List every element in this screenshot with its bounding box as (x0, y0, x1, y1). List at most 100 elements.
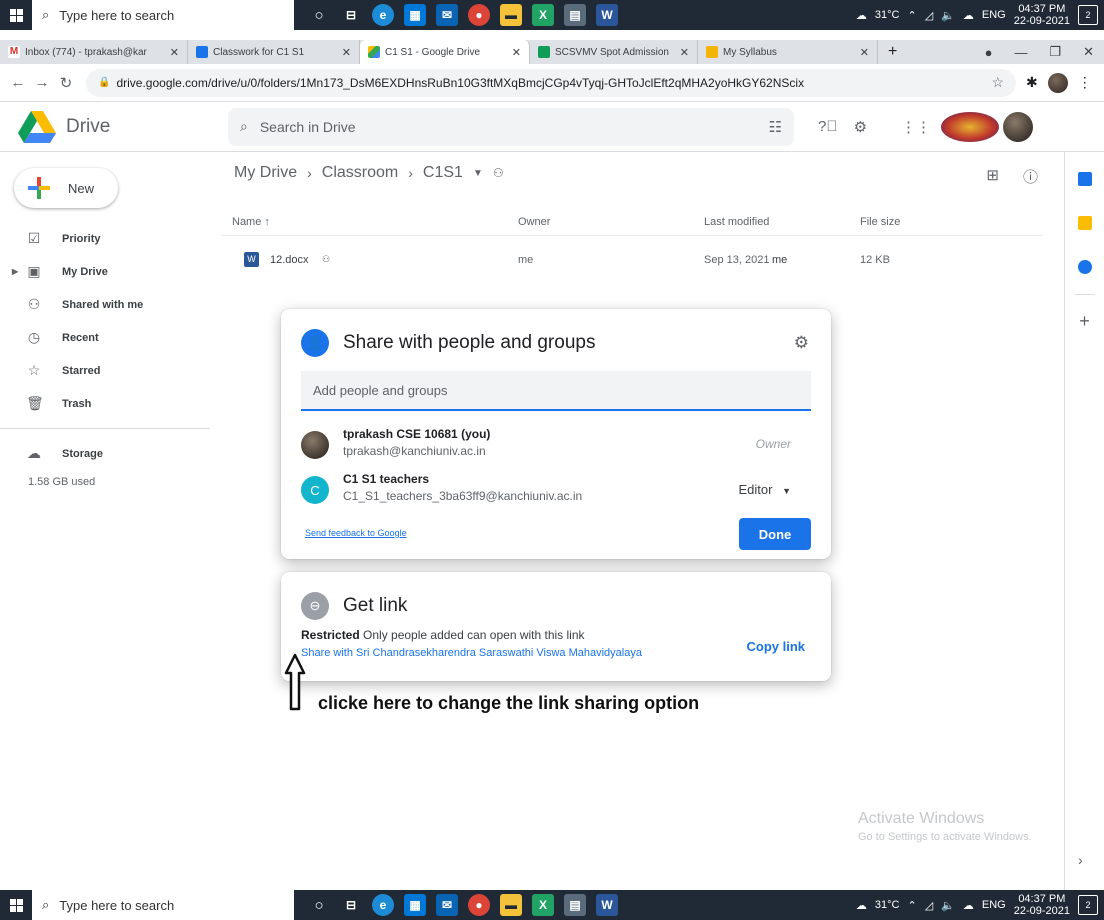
weather-temp[interactable]: 31°C (875, 9, 900, 21)
taskbar-search-box[interactable]: ⌕ Type here to search (32, 890, 294, 920)
onedrive-icon[interactable]: ☁ (963, 899, 974, 912)
chrome-icon[interactable]: ● (468, 4, 490, 26)
store-icon[interactable]: ▦ (404, 4, 426, 26)
tasks-icon[interactable] (1077, 260, 1092, 274)
add-people-input[interactable] (301, 371, 811, 411)
table-row[interactable]: W 12.docx ⚇ me Sep 13, 2021 me 12 KB (222, 242, 1042, 278)
taskbar-clock[interactable]: 04:37 PM 22-09-2021 (1014, 3, 1070, 27)
share-settings-gear-icon[interactable]: ⚙ (794, 333, 809, 353)
grid-view-icon[interactable]: ⊞ (986, 166, 999, 187)
excel-icon[interactable]: X (532, 4, 554, 26)
mail-icon[interactable]: ✉ (436, 894, 458, 916)
bookmark-star-icon[interactable]: ☆ (991, 74, 1004, 91)
close-tab-icon[interactable]: ✕ (170, 46, 179, 59)
tray-expand-icon[interactable]: ⌃ (907, 899, 916, 912)
get-link-panel[interactable]: ⊖ Get link Restricted Only people added … (281, 572, 831, 681)
tray-expand-icon[interactable]: ⌃ (907, 9, 916, 22)
account-avatar[interactable] (1003, 111, 1034, 142)
close-tab-icon[interactable]: ✕ (680, 46, 689, 59)
send-feedback-link[interactable]: Send feedback to Google (305, 528, 407, 538)
app-icon[interactable]: ▤ (564, 4, 586, 26)
column-header-last-modified[interactable]: Last modified (704, 216, 769, 228)
share-with-organization-link[interactable]: Share with Sri Chandrasekharendra Sarasw… (301, 647, 642, 659)
close-window-icon[interactable]: ✕ (1083, 44, 1094, 60)
task-view-icon[interactable]: ⊟ (340, 4, 362, 26)
breadcrumb-my-drive[interactable]: My Drive (234, 164, 297, 182)
done-button[interactable]: Done (739, 518, 811, 550)
tab-classroom[interactable]: Classwork for C1 S1 ✕ (188, 40, 360, 64)
keep-icon[interactable] (1077, 216, 1092, 230)
network-icon[interactable]: ◿ (925, 9, 933, 22)
weather-icon[interactable]: ☁ (856, 9, 867, 22)
forward-icon[interactable]: → (30, 74, 54, 91)
column-header-name[interactable]: Name ↑ (232, 216, 270, 228)
new-button[interactable]: New (14, 168, 118, 208)
sidebar-item-trash[interactable]: 🗑 Trash (0, 387, 222, 420)
language-indicator[interactable]: ENG (982, 899, 1006, 911)
expand-caret-icon[interactable]: ▶ (12, 267, 18, 276)
tab-google-drive[interactable]: C1 S1 - Google Drive ✕ (360, 40, 530, 64)
lock-icon[interactable]: 🔒 (98, 77, 110, 88)
folder-menu-caret-icon[interactable]: ▼ (473, 168, 483, 179)
profile-menu-icon[interactable]: ● (985, 45, 993, 60)
sidebar-item-storage[interactable]: ☁ Storage (0, 437, 222, 470)
address-bar[interactable]: 🔒 drive.google.com/drive/u/0/folders/1Mn… (86, 68, 1016, 97)
sort-arrow-up-icon[interactable]: ↑ (264, 216, 270, 228)
excel-icon[interactable]: X (532, 894, 554, 916)
browser-menu-icon[interactable]: ⋮ (1078, 74, 1092, 91)
drive-logo[interactable]: Drive (18, 110, 228, 143)
notification-center-icon[interactable]: 2 (1078, 5, 1098, 25)
extensions-icon[interactable]: ✱ (1026, 74, 1038, 91)
network-icon[interactable]: ◿ (925, 899, 933, 912)
search-options-icon[interactable]: ☷ (769, 118, 782, 136)
role-dropdown[interactable]: Editor ▼ (738, 482, 791, 497)
tab-gmail[interactable]: M Inbox (774) - tprakash@kar ✕ (0, 40, 188, 64)
profile-avatar[interactable] (1047, 72, 1068, 93)
notification-center-icon[interactable]: 2 (1078, 895, 1098, 915)
edge-icon[interactable]: e (372, 894, 394, 916)
cortana-icon[interactable]: ○ (308, 4, 330, 26)
expand-side-panel-icon[interactable]: › (1078, 852, 1083, 868)
sidebar-item-recent[interactable]: ◷ Recent (0, 321, 222, 354)
close-tab-icon[interactable]: ✕ (512, 46, 521, 59)
volume-icon[interactable]: 🔈 (941, 9, 955, 22)
weather-icon[interactable]: ☁ (856, 899, 867, 912)
mail-icon[interactable]: ✉ (436, 4, 458, 26)
app-icon[interactable]: ▤ (564, 894, 586, 916)
windows-start-button[interactable] (0, 890, 32, 920)
tab-my-syllabus[interactable]: My Syllabus ✕ (698, 40, 878, 64)
tab-scsvmv[interactable]: SCSVMV Spot Admission ✕ (530, 40, 698, 64)
sidebar-item-my-drive[interactable]: ▶ ▣ My Drive (0, 255, 222, 288)
word-icon[interactable]: W (596, 4, 618, 26)
weather-temp[interactable]: 31°C (875, 899, 900, 911)
new-tab-button[interactable]: + (878, 40, 907, 64)
copy-link-button[interactable]: Copy link (746, 639, 805, 654)
help-icon[interactable]: ?⃝ (818, 118, 838, 135)
sidebar-item-starred[interactable]: ☆ Starred (0, 354, 222, 387)
language-indicator[interactable]: ENG (982, 9, 1006, 21)
windows-start-button[interactable] (0, 0, 32, 30)
calendar-icon[interactable] (1077, 172, 1092, 186)
chrome-icon[interactable]: ● (468, 894, 490, 916)
store-icon[interactable]: ▦ (404, 894, 426, 916)
taskbar-search-box[interactable]: ⌕ Type here to search (32, 0, 294, 30)
edge-icon[interactable]: e (372, 4, 394, 26)
taskbar-clock[interactable]: 04:37 PM 22-09-2021 (1014, 893, 1070, 917)
task-view-icon[interactable]: ⊟ (340, 894, 362, 916)
cortana-icon[interactable]: ○ (308, 894, 330, 916)
sidebar-item-priority[interactable]: ☑ Priority (0, 222, 222, 255)
breadcrumb-classroom[interactable]: Classroom (322, 164, 398, 182)
drive-search-bar[interactable]: ⌕ Search in Drive ☷ (228, 107, 794, 146)
info-icon[interactable]: ⓘ (1023, 166, 1038, 187)
restore-icon[interactable]: ❐ (1049, 44, 1061, 60)
organization-logo[interactable] (941, 111, 1000, 142)
minimize-icon[interactable]: — (1014, 45, 1027, 60)
word-icon[interactable]: W (596, 894, 618, 916)
file-explorer-icon[interactable]: ▬ (500, 894, 522, 916)
close-tab-icon[interactable]: ✕ (860, 46, 869, 59)
sidebar-item-shared-with-me[interactable]: ⚇ Shared with me (0, 288, 222, 321)
add-addon-icon[interactable]: + (1065, 311, 1104, 332)
back-icon[interactable]: ← (6, 74, 30, 91)
settings-gear-icon[interactable]: ⚙ (854, 118, 867, 136)
reload-icon[interactable]: ↻ (54, 74, 78, 92)
